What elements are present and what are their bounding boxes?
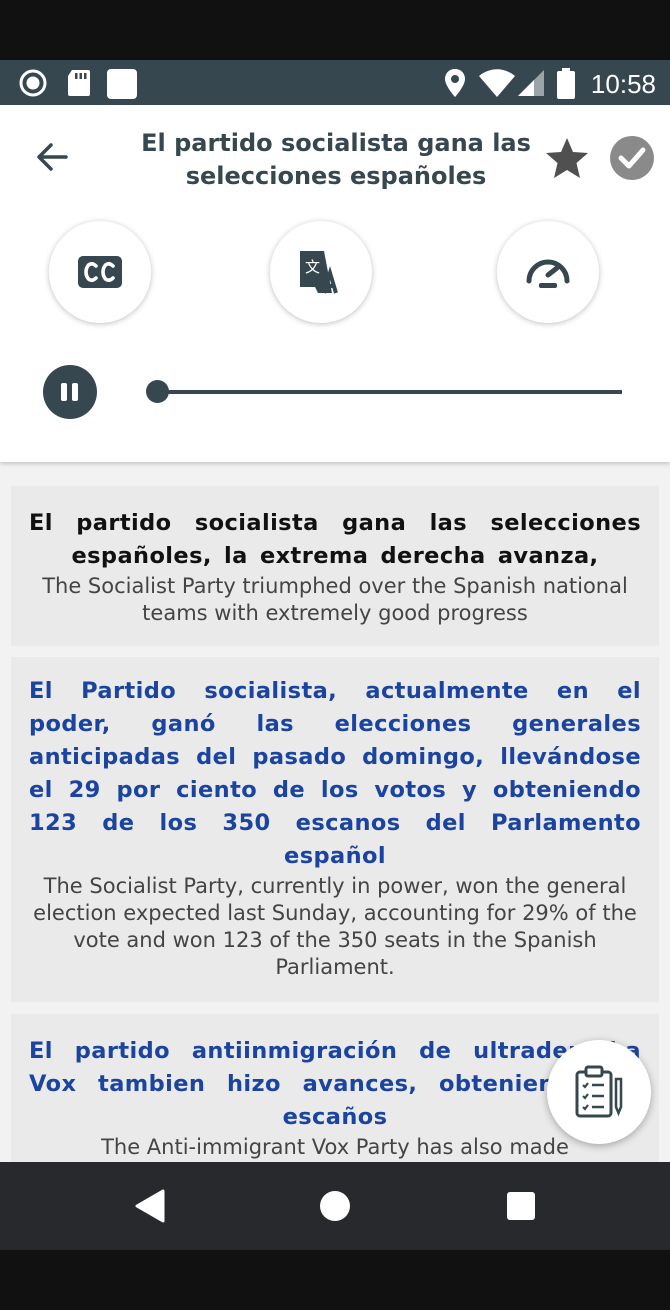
- sentence-english: The Socialist Party, currently in power,…: [33, 874, 637, 979]
- battery-icon: [557, 68, 575, 99]
- back-arrow-icon[interactable]: [30, 135, 74, 179]
- pause-icon-bar-left: [61, 383, 67, 401]
- sentence-english: The Socialist Party triumphed over the S…: [42, 574, 628, 625]
- pause-icon-bar-right: [72, 383, 78, 401]
- progress-slider-thumb[interactable]: [146, 380, 169, 403]
- svg-text:文: 文: [305, 258, 320, 276]
- speedometer-icon: [526, 259, 570, 288]
- system-nav-bar: [0, 1162, 670, 1250]
- sentence-english: The Anti-immigrant Vox Party has also ma…: [101, 1135, 569, 1159]
- notification-square-icon: [107, 69, 137, 99]
- bottom-frame: [0, 1250, 670, 1310]
- clipboard-checklist-icon: [575, 1065, 623, 1118]
- home-circle-icon[interactable]: [318, 1189, 352, 1223]
- record-icon: [19, 69, 47, 97]
- sd-card-icon: [68, 70, 90, 96]
- playback-speed-button[interactable]: [497, 221, 599, 323]
- progress-slider[interactable]: [157, 390, 622, 394]
- location-icon: [445, 69, 465, 97]
- article-title: El partido socialista gana las seleccion…: [141, 129, 531, 190]
- closed-captions-button[interactable]: [49, 221, 151, 323]
- quiz-fab-button[interactable]: [547, 1040, 651, 1144]
- status-bar: 10:58: [0, 60, 670, 105]
- wifi-icon: [479, 69, 515, 97]
- top-frame: [0, 0, 670, 60]
- sentence-card[interactable]: El Partido socialista, actualmente en el…: [11, 657, 659, 1002]
- translate-button[interactable]: 文: [270, 221, 372, 323]
- signal-icon: [518, 70, 544, 96]
- sentence-card[interactable]: El partido socialista gana las seleccion…: [11, 486, 659, 646]
- recents-square-icon[interactable]: [505, 1190, 537, 1222]
- closed-captions-icon: [78, 256, 122, 288]
- star-icon[interactable]: [543, 135, 591, 183]
- back-triangle-icon[interactable]: [133, 1188, 167, 1224]
- app-content: El partido socialista gana las seleccion…: [0, 105, 670, 1162]
- sentence-spanish: El partido socialista gana las seleccion…: [29, 510, 641, 569]
- status-time: 10:58: [590, 69, 656, 99]
- player-header: El partido socialista gana las seleccion…: [0, 105, 670, 462]
- pause-button[interactable]: [43, 365, 97, 419]
- check-circle-icon[interactable]: [609, 135, 655, 181]
- sentence-spanish: El Partido socialista, actualmente en el…: [29, 678, 641, 869]
- translate-icon: 文: [300, 251, 338, 294]
